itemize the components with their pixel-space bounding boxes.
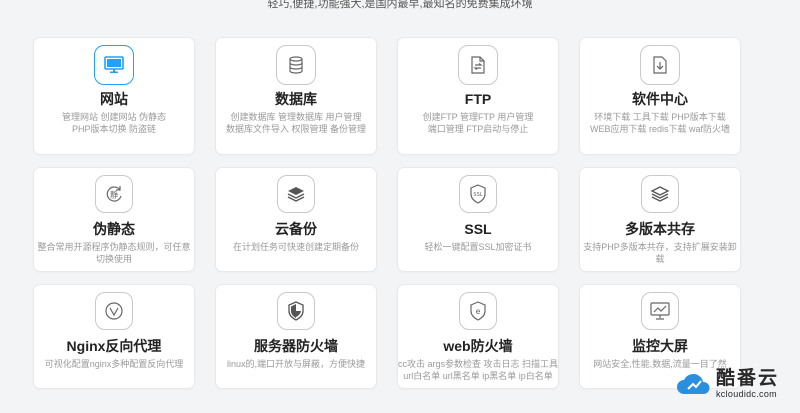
card-description: 可视化配置nginx多种配置反向代理 <box>44 359 184 369</box>
svg-text:SSL: SSL <box>473 192 482 198</box>
ftp-icon <box>458 45 498 85</box>
chart-icon <box>641 292 679 330</box>
stack-icon <box>641 175 679 213</box>
card-description: 整合常用开源程序伪静态规则，可任意 切换使用 <box>37 242 191 264</box>
feature-card-ftp[interactable]: FTP 创建FTP 管理FTP 用户管理 端口管理 FTP启动与停止 <box>398 38 558 154</box>
card-title: 网站 <box>100 91 128 107</box>
feature-card-ssl[interactable]: SSL SSL 轻松一键配置SSL加密证书 <box>398 168 558 271</box>
watermark: 酷番云 kcloudidc.com <box>676 355 800 413</box>
card-description: 管理网站 创建网站 伪静态 PHP版本切换 防盗链 <box>61 112 166 134</box>
card-title: 数据库 <box>275 91 317 107</box>
feature-card-multi-version[interactable]: 多版本共存 支持PHP多版本共存，支持扩展安装卸载 <box>580 168 740 271</box>
ssl-icon: SSL <box>459 175 497 213</box>
card-title: web防火墙 <box>443 338 513 354</box>
watermark-url: kcloudidc.com <box>716 388 777 399</box>
feature-card-website[interactable]: 网站 管理网站 创建网站 伪静态 PHP版本切换 防盗链 <box>34 38 194 154</box>
card-title: 伪静态 <box>93 221 135 237</box>
web-firewall-icon: e <box>459 292 497 330</box>
feature-card-software-center[interactable]: 软件中心 环境下载 工具下载 PHP版本下载 WEB应用下载 redis下载 wa… <box>580 38 740 154</box>
card-title: SSL <box>464 221 492 237</box>
card-description: 轻松一键配置SSL加密证书 <box>424 242 532 252</box>
database-icon <box>276 45 316 85</box>
feature-card-nginx-proxy[interactable]: Nginx反向代理 可视化配置nginx多种配置反向代理 <box>34 285 194 388</box>
monitor-icon <box>94 45 134 85</box>
nginx-icon <box>95 292 133 330</box>
card-description: cc攻击 args参数检查 攻击日志 扫描工具 url白名单 url黑名单 ip黑… <box>398 359 558 381</box>
feature-card-web-firewall[interactable]: e web防火墙 cc攻击 args参数检查 攻击日志 扫描工具 url白名单 u… <box>398 285 558 388</box>
watermark-brand: 酷番云 <box>716 367 780 389</box>
feature-card-rewrite[interactable]: 静 伪静态 整合常用开源程序伪静态规则，可任意 切换使用 <box>34 168 194 271</box>
feature-card-cloud-backup[interactable]: 云备份 在计划任务可快速创建定期备份 <box>216 168 376 271</box>
feature-card-server-firewall[interactable]: 服务器防火墙 linux的,端口开放与屏蔽，方便快捷 <box>216 285 376 388</box>
card-description: 在计划任务可快速创建定期备份 <box>232 242 359 252</box>
card-description: 创建FTP 管理FTP 用户管理 端口管理 FTP启动与停止 <box>422 112 534 134</box>
card-title: 云备份 <box>275 221 317 237</box>
card-description: 支持PHP多版本共存，支持扩展安装卸载 <box>583 242 737 264</box>
card-description: 创建数据库 管理数据库 用户管理 数据库文件导入 权限管理 备份管理 <box>225 112 366 134</box>
svg-text:e: e <box>476 307 481 316</box>
svg-text:静: 静 <box>110 190 118 200</box>
card-title: 多版本共存 <box>625 221 695 237</box>
layers-icon <box>277 175 315 213</box>
static-icon: 静 <box>95 175 133 213</box>
card-title: FTP <box>464 91 492 107</box>
feature-card-database[interactable]: 数据库 创建数据库 管理数据库 用户管理 数据库文件导入 权限管理 备份管理 <box>216 38 376 154</box>
tagline: 轻巧,便捷,功能强大,是国内最早,最知名的免费集成环境 <box>267 0 533 10</box>
card-description: 环境下载 工具下载 PHP版本下载 WEB应用下载 redis下载 waf防火墙 <box>589 112 730 134</box>
card-title: 服务器防火墙 <box>254 338 338 354</box>
card-description: linux的,端口开放与屏蔽，方便快捷 <box>226 359 365 369</box>
card-title: 软件中心 <box>632 91 688 107</box>
cloud-logo-icon <box>677 373 710 394</box>
card-title: Nginx反向代理 <box>66 338 162 354</box>
card-title: 监控大屏 <box>632 338 688 354</box>
shield-icon <box>277 292 315 330</box>
download-icon <box>640 45 680 85</box>
feature-grid: 网站 管理网站 创建网站 伪静态 PHP版本切换 防盗链 数据库 创建数据库 管理… <box>34 38 740 388</box>
